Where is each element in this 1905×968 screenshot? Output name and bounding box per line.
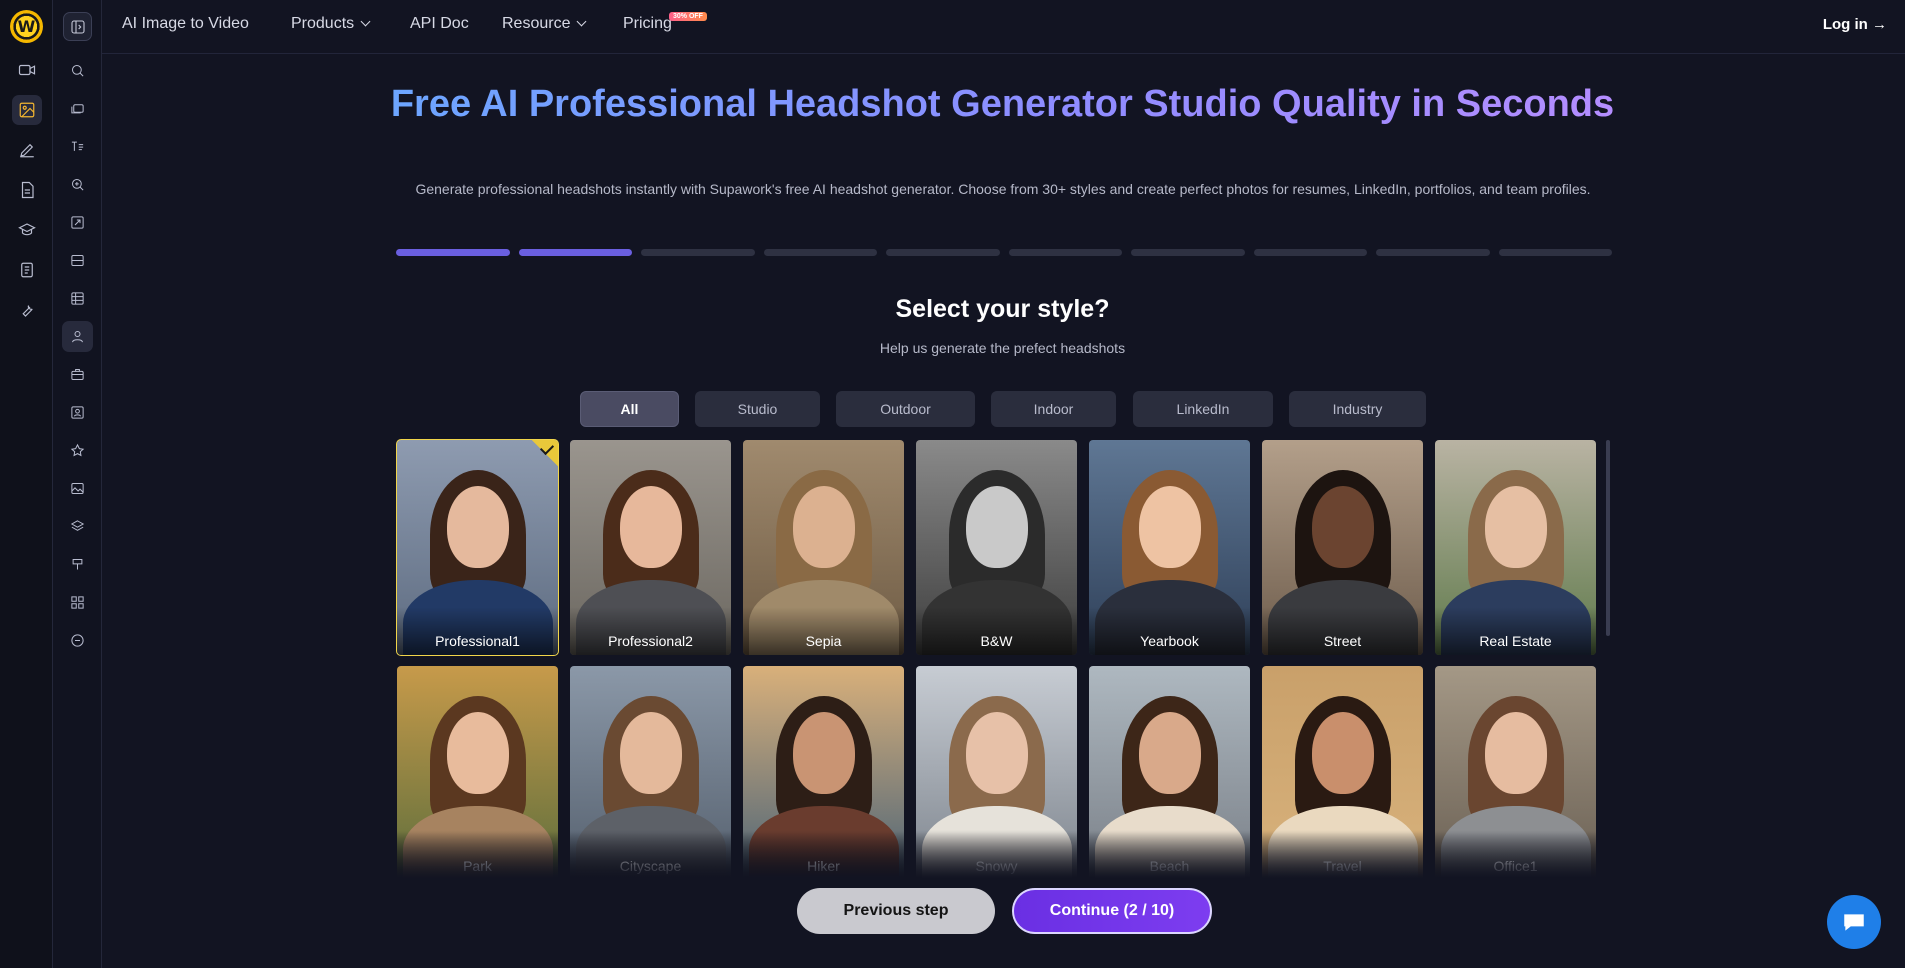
style-card-label: Professional1 [435, 633, 520, 649]
filter-tab-industry[interactable]: Industry [1289, 391, 1426, 427]
gallery-icon[interactable] [62, 93, 93, 124]
portrait-face [619, 486, 682, 568]
portrait-face [1138, 712, 1201, 794]
discount-badge: 30% OFF [669, 12, 707, 21]
nav-ai-image-to-video[interactable]: AI Image to Video [122, 15, 249, 33]
page-title: Free AI Professional Headshot Generator … [380, 84, 1625, 124]
step-progress-bar [396, 249, 1612, 257]
portrait-face [792, 712, 855, 794]
grid-icon[interactable] [62, 283, 93, 314]
portrait-face [965, 712, 1028, 794]
layout-icon[interactable] [62, 245, 93, 276]
nav-label: Products [291, 15, 355, 32]
portrait-face [1138, 486, 1201, 568]
style-filter-tabs: All Studio Outdoor Indoor LinkedIn Industry [0, 391, 1905, 427]
sidebar-toggle-button[interactable] [63, 12, 92, 41]
portrait-face [1484, 486, 1547, 568]
text-to-image-icon[interactable] [62, 131, 93, 162]
progress-segment [886, 249, 1000, 256]
primary-sidebar [0, 0, 53, 968]
filter-tab-studio[interactable]: Studio [695, 391, 820, 427]
more-icon[interactable] [62, 625, 93, 656]
progress-segment [396, 249, 510, 256]
style-card-label: Yearbook [1140, 633, 1199, 649]
login-link[interactable]: Log in → [1823, 16, 1887, 33]
search-icon[interactable] [62, 55, 93, 86]
style-card[interactable]: Professional2 [570, 440, 731, 655]
edit-icon[interactable] [12, 135, 42, 165]
progress-segment [1376, 249, 1490, 256]
style-card[interactable]: Professional1 [396, 439, 559, 656]
nav-label: AI Image to Video [122, 15, 249, 32]
layers-icon[interactable] [62, 511, 93, 542]
style-card-label: Sepia [805, 633, 842, 649]
nav-label: Resource [502, 15, 571, 32]
portrait-face [446, 486, 509, 568]
notebook-icon[interactable] [12, 255, 42, 285]
filter-tab-indoor[interactable]: Indoor [991, 391, 1116, 427]
style-card[interactable]: Street [1262, 440, 1423, 655]
progress-segment [763, 249, 877, 256]
image-icon[interactable] [12, 95, 42, 125]
nav-api-doc[interactable]: API Doc [410, 15, 469, 33]
filter-tab-all[interactable]: All [580, 391, 679, 427]
progress-segment [641, 249, 755, 256]
style-card[interactable]: Real Estate [1435, 440, 1596, 655]
wrench-icon[interactable] [12, 295, 42, 325]
briefcase-icon[interactable] [62, 359, 93, 390]
nav-pricing[interactable]: Pricing [623, 15, 672, 33]
headshot-user-icon[interactable] [62, 321, 93, 352]
style-card-label: Street [1323, 633, 1362, 649]
document-icon[interactable] [12, 175, 42, 205]
style-card[interactable]: Sepia [743, 440, 904, 655]
step-subtitle: Help us generate the prefect headshots [879, 340, 1126, 356]
portrait-face [446, 712, 509, 794]
checkmark-icon [532, 440, 558, 466]
page-subtitle: Generate professional headshots instantl… [415, 181, 1591, 197]
progress-segment [1253, 249, 1367, 256]
photo-icon[interactable] [62, 473, 93, 504]
portrait-face [619, 712, 682, 794]
nav-label: API Doc [410, 15, 469, 32]
filter-tab-linkedin[interactable]: LinkedIn [1133, 391, 1273, 427]
bottom-fade [102, 830, 1905, 968]
portrait-face [1311, 712, 1374, 794]
star-icon[interactable] [62, 435, 93, 466]
supawork-logo[interactable] [10, 10, 43, 43]
portrait-face [965, 486, 1028, 568]
progress-segment [1498, 249, 1612, 256]
style-card[interactable]: B&W [916, 440, 1077, 655]
chevron-down-icon [577, 16, 587, 27]
style-card[interactable]: Yearbook [1089, 440, 1250, 655]
portrait-face [1484, 712, 1547, 794]
filter-tab-outdoor[interactable]: Outdoor [836, 391, 975, 427]
style-card-label: Professional2 [608, 633, 693, 649]
nav-label: Pricing [623, 15, 672, 32]
step-title: Select your style? [895, 295, 1110, 323]
previous-step-button[interactable]: Previous step [797, 888, 995, 934]
graduation-cap-icon[interactable] [12, 215, 42, 245]
chevron-down-icon [360, 16, 371, 27]
progress-segment [518, 249, 632, 256]
grid-scrollbar[interactable] [1606, 440, 1610, 636]
nav-resource[interactable]: Resource [502, 15, 587, 33]
apps-icon[interactable] [62, 587, 93, 618]
video-icon[interactable] [12, 55, 42, 85]
chat-bubble-icon [1844, 914, 1864, 931]
style-card-label: B&W [980, 633, 1013, 649]
top-navigation: AI Image to Video Products API Doc Resou… [102, 0, 1905, 54]
brush-icon[interactable] [62, 549, 93, 580]
continue-button[interactable]: Continue (2 / 10) [1012, 888, 1212, 934]
progress-segment [1131, 249, 1245, 256]
upscale-icon[interactable] [62, 169, 93, 200]
style-card-label: Real Estate [1479, 633, 1552, 649]
portrait-face [1311, 486, 1374, 568]
portrait-face [792, 486, 855, 568]
expand-icon[interactable] [62, 207, 93, 238]
nav-products[interactable]: Products [291, 15, 371, 33]
chat-support-button[interactable] [1827, 895, 1881, 949]
progress-segment [1008, 249, 1122, 256]
